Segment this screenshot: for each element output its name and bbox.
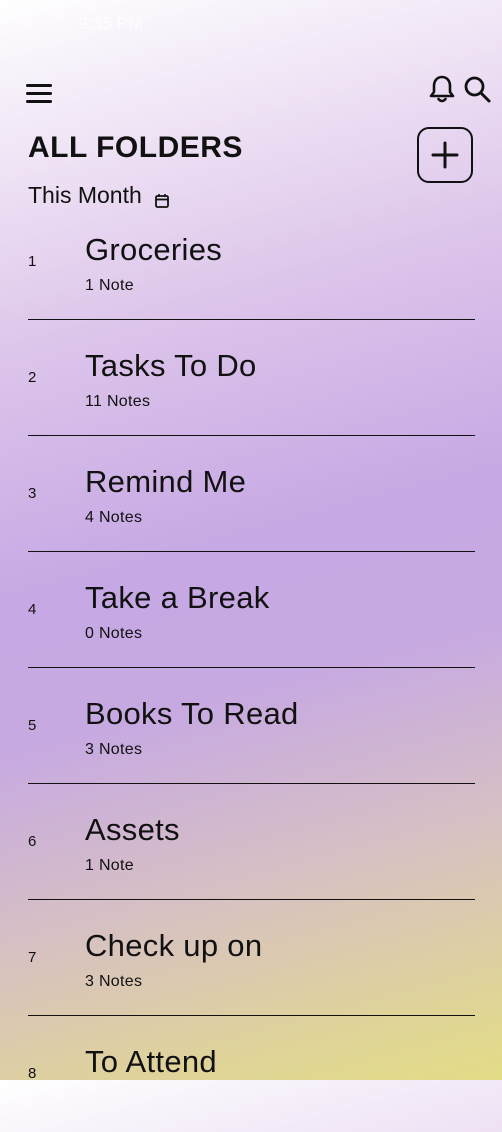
page-title: ALL FOLDERS <box>28 131 243 164</box>
folder-name: Tasks To Do <box>85 348 257 383</box>
bell-icon <box>429 75 455 103</box>
folder-note-count: 3 Notes <box>85 973 143 990</box>
folder-name: Remind Me <box>85 464 247 499</box>
folder-index: 5 <box>28 717 37 734</box>
folder-row-assets[interactable]: 6 Assets 1 Note <box>28 784 475 900</box>
folder-note-count: 4 Notes <box>85 509 143 526</box>
calendar-icon <box>154 188 170 208</box>
folder-note-count: 0 Notes <box>85 625 143 642</box>
folder-name: To Attend <box>85 1044 217 1079</box>
folder-index: 1 <box>28 253 37 270</box>
folder-row-books-to-read[interactable]: 5 Books To Read 3 Notes <box>28 668 475 784</box>
folder-index: 8 <box>28 1065 37 1082</box>
folder-name: Assets <box>85 812 180 847</box>
folder-row-tasks-to-do[interactable]: 2 Tasks To Do 11 Notes <box>28 320 475 436</box>
plus-icon <box>431 141 459 169</box>
folder-note-count: 11 Notes <box>85 393 151 410</box>
folder-index: 7 <box>28 949 37 966</box>
folder-index: 2 <box>28 369 37 386</box>
search-button[interactable] <box>462 74 492 104</box>
folder-index: 3 <box>28 485 37 502</box>
folder-row-take-a-break[interactable]: 4 Take a Break 0 Notes <box>28 552 475 668</box>
folder-row-groceries[interactable]: 1 Groceries 1 Note <box>28 204 475 320</box>
folder-name: Books To Read <box>85 696 299 731</box>
folder-index: 6 <box>28 833 37 850</box>
folder-row-check-up-on[interactable]: 7 Check up on 3 Notes <box>28 900 475 1016</box>
folder-note-count: 1 Note <box>85 857 134 874</box>
folder-list: 1 Groceries 1 Note 2 Tasks To Do 11 Note… <box>28 204 475 1132</box>
add-folder-button[interactable] <box>417 127 473 183</box>
folder-name: Groceries <box>85 232 223 267</box>
notifications-button[interactable] <box>428 74 456 104</box>
hamburger-menu-icon <box>26 84 52 87</box>
status-bar-time: 9:35 PM <box>78 14 143 33</box>
folder-name: Check up on <box>85 928 263 963</box>
hamburger-line <box>26 100 52 103</box>
folder-name: Take a Break <box>85 580 270 615</box>
menu-button[interactable] <box>26 84 54 106</box>
folder-note-count: 1 Note <box>85 277 134 294</box>
folder-row-to-attend[interactable]: 8 To Attend <box>28 1016 475 1132</box>
search-icon <box>464 76 491 103</box>
hamburger-line <box>26 92 52 95</box>
folder-note-count: 3 Notes <box>85 741 143 758</box>
folder-index: 4 <box>28 601 37 618</box>
folder-row-remind-me[interactable]: 3 Remind Me 4 Notes <box>28 436 475 552</box>
